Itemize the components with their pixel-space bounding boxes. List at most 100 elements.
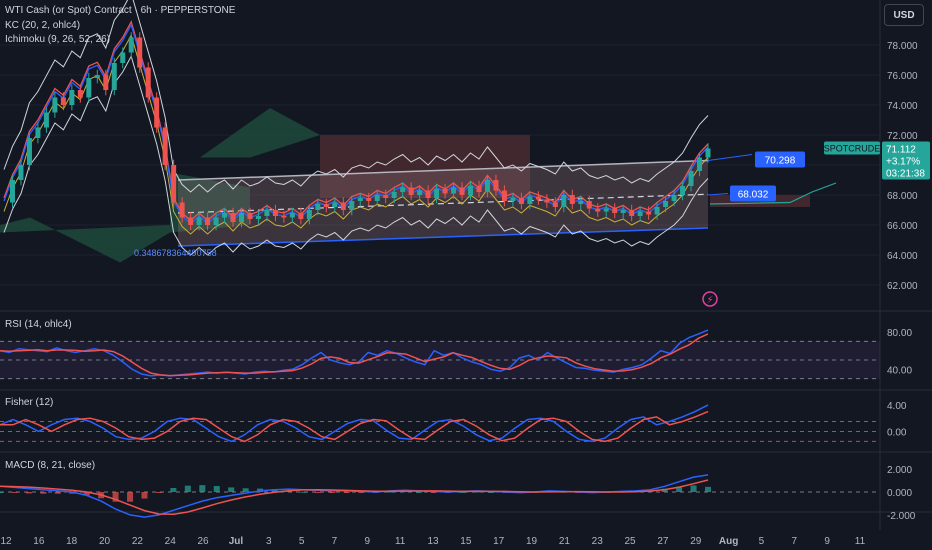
candle-body <box>637 211 643 216</box>
candle-body <box>705 148 711 158</box>
candle-body <box>230 213 236 222</box>
currency-button[interactable]: USD <box>884 4 924 26</box>
candle-body <box>281 216 287 218</box>
candle-body <box>527 196 533 204</box>
symbol-legend[interactable]: WTI Cash (or Spot) Contract · 6h · PEPPE… <box>5 5 235 16</box>
candle-body <box>603 208 609 212</box>
macd-histogram-bar <box>690 485 697 492</box>
instrument-label: SPOTCRUDE <box>824 144 881 154</box>
candle-body <box>26 138 32 165</box>
macd-histogram-bar <box>184 485 191 492</box>
time-axis-label: 7 <box>792 536 798 547</box>
macd-histogram-bar <box>343 492 350 493</box>
candle-body <box>425 190 431 198</box>
rsi-tick-label: 40.00 <box>887 365 912 376</box>
time-axis-label: 25 <box>625 536 637 547</box>
macd-histogram-bar <box>141 492 148 499</box>
candle-body <box>654 207 660 215</box>
price-tick-label: 68.000 <box>887 191 918 202</box>
time-axis-label: 11 <box>855 536 866 547</box>
candle-body <box>340 202 346 210</box>
candle-body <box>77 90 83 98</box>
candle-body <box>552 202 558 207</box>
time-axis-label: 9 <box>824 536 830 547</box>
time-axis-label: 15 <box>460 536 472 547</box>
candle-body <box>145 67 151 98</box>
time-axis-label: 18 <box>66 536 78 547</box>
candle-body <box>680 186 686 195</box>
candle-body <box>94 75 100 78</box>
candle-body <box>120 52 126 63</box>
macd-histogram-bar <box>213 486 220 492</box>
candle-body <box>663 201 669 207</box>
candle-body <box>451 187 457 194</box>
upper-value-label: 70.298 <box>765 156 796 167</box>
macd-histogram-bar <box>242 488 249 492</box>
candle-body <box>366 198 372 201</box>
time-axis-label: Jul <box>229 536 244 547</box>
channel-low-label: 0.348678364490758 <box>134 248 217 258</box>
candle-body <box>501 190 507 201</box>
candle-body <box>697 157 703 171</box>
alert-icon-glyph: ⚡ <box>706 295 713 306</box>
fisher-legend[interactable]: Fisher (12) <box>5 397 53 408</box>
candle-body <box>222 213 228 218</box>
macd-histogram-bar <box>155 492 162 493</box>
time-axis-label: 9 <box>365 536 371 547</box>
time-axis-label: 12 <box>0 536 12 547</box>
candle-body <box>196 217 202 225</box>
candle-body <box>408 187 414 195</box>
fisher-tick-label: 0.00 <box>887 427 907 438</box>
macd-histogram-bar <box>228 487 235 492</box>
candle-body <box>535 196 541 200</box>
price-tick-label: 62.000 <box>887 281 918 292</box>
candle-body <box>383 195 389 198</box>
candle-body <box>205 217 211 225</box>
candle-body <box>52 97 58 113</box>
candle-body <box>332 202 338 207</box>
candle-body <box>111 63 117 90</box>
candle-body <box>18 165 24 180</box>
candle-body <box>128 37 134 53</box>
candle-body <box>179 202 185 218</box>
ichimoku-legend[interactable]: Ichimoku (9, 26, 52, 26) <box>5 34 110 45</box>
candle-body <box>646 211 652 215</box>
kc-legend[interactable]: KC (20, 2, ohlc4) <box>5 20 80 31</box>
time-axis-label: 13 <box>427 536 439 547</box>
candle-body <box>493 180 499 191</box>
macd-legend[interactable]: MACD (8, 21, close) <box>5 460 95 471</box>
macd-histogram-bar <box>300 491 307 493</box>
change-pct-label: +3.17% <box>886 157 920 168</box>
candle-body <box>137 37 143 68</box>
candle-body <box>323 204 329 207</box>
candle-body <box>569 195 575 204</box>
candle-body <box>671 195 677 201</box>
candle-body <box>306 210 312 219</box>
candle-body <box>171 165 177 203</box>
time-axis-label: 24 <box>165 536 177 547</box>
macd-histogram-bar <box>416 491 423 493</box>
candle-body <box>544 199 550 203</box>
time-axis-label: 5 <box>299 536 305 547</box>
price-tick-label: 66.000 <box>887 221 918 232</box>
candle-body <box>238 213 244 222</box>
candle-body <box>247 213 253 219</box>
price-tick-label: 76.000 <box>887 71 918 82</box>
candle-body <box>400 187 406 192</box>
macd-histogram-bar <box>199 485 206 492</box>
mid-value-label: 68.032 <box>738 190 769 201</box>
time-axis-label: 23 <box>592 536 604 547</box>
candle-body <box>349 201 355 210</box>
candle-body <box>264 210 270 216</box>
rsi-legend[interactable]: RSI (14, ohlc4) <box>5 319 72 330</box>
countdown-label: 03:21:38 <box>886 169 925 180</box>
candle-body <box>86 78 92 98</box>
macd-histogram-bar <box>170 488 177 492</box>
macd-histogram-bar <box>705 486 711 492</box>
time-axis-label: 16 <box>33 536 45 547</box>
candle-body <box>468 186 474 195</box>
time-axis-label: 20 <box>99 536 111 547</box>
macd-histogram-bar <box>314 492 321 493</box>
candle-body <box>35 127 41 138</box>
chart-canvas: 78.00076.00074.00072.00070.00068.00066.0… <box>0 0 932 547</box>
